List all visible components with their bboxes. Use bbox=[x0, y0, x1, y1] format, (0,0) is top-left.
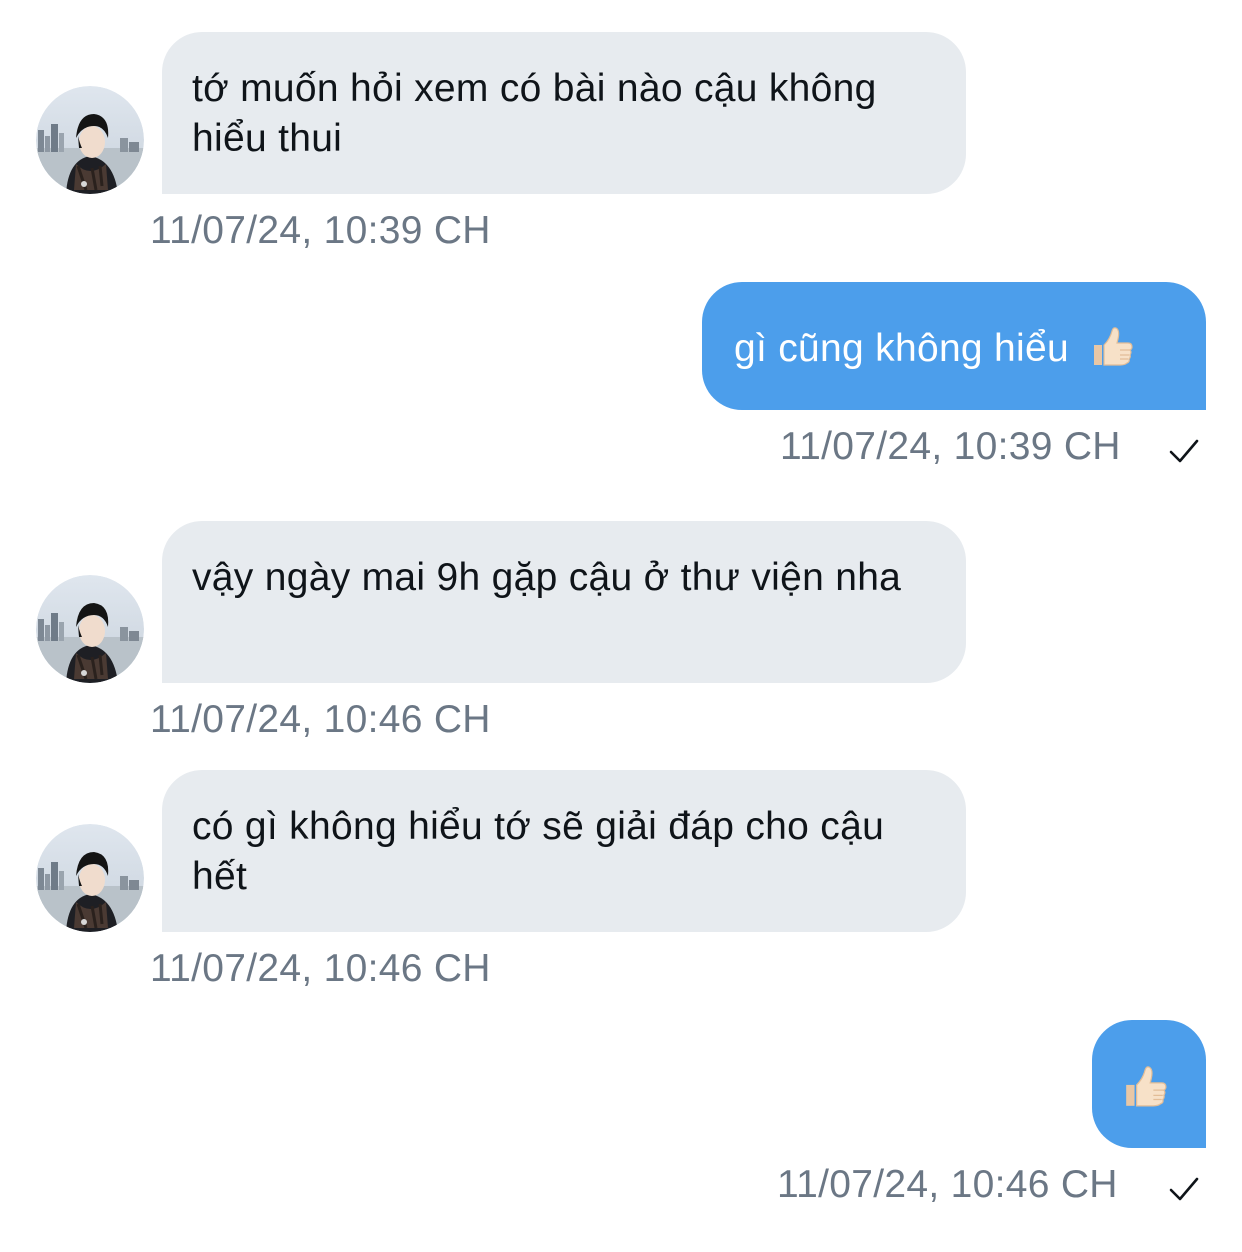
message-timestamp: 11/07/24, 10:46 CH bbox=[777, 1163, 1118, 1206]
contact-avatar[interactable] bbox=[36, 86, 144, 194]
sent-check-icon bbox=[1169, 1177, 1199, 1201]
incoming-message-bubble[interactable]: vậy ngày mai 9h gặp cậu ở thư viện nha bbox=[162, 521, 966, 683]
message-text: gì cũng không hiểu bbox=[734, 327, 1069, 370]
outgoing-message-bubble[interactable]: gì cũng không hiểu bbox=[702, 282, 1206, 410]
message-timestamp: 11/07/24, 10:39 CH bbox=[780, 425, 1121, 468]
outgoing-message-bubble[interactable] bbox=[1092, 1020, 1206, 1148]
message-timestamp: 11/07/24, 10:39 CH bbox=[150, 209, 491, 252]
message-timestamp: 11/07/24, 10:46 CH bbox=[150, 698, 491, 741]
message-text: tớ muốn hỏi xem có bài nào cậu không hiể… bbox=[192, 67, 877, 160]
avatar-photo bbox=[36, 575, 144, 683]
avatar-photo bbox=[36, 86, 144, 194]
avatar-photo bbox=[36, 824, 144, 932]
message-text: có gì không hiểu tớ sẽ giải đáp cho cậu … bbox=[192, 805, 885, 898]
thumbs-up-icon bbox=[1090, 325, 1134, 369]
incoming-message-bubble[interactable]: tớ muốn hỏi xem có bài nào cậu không hiể… bbox=[162, 32, 966, 194]
contact-avatar[interactable] bbox=[36, 575, 144, 683]
incoming-message-bubble[interactable]: có gì không hiểu tớ sẽ giải đáp cho cậu … bbox=[162, 770, 966, 932]
message-timestamp: 11/07/24, 10:46 CH bbox=[150, 947, 491, 990]
sent-check-icon bbox=[1169, 439, 1199, 463]
thumbs-up-icon bbox=[1122, 1064, 1168, 1110]
message-text: vậy ngày mai 9h gặp cậu ở thư viện nha bbox=[192, 556, 902, 599]
contact-avatar[interactable] bbox=[36, 824, 144, 932]
